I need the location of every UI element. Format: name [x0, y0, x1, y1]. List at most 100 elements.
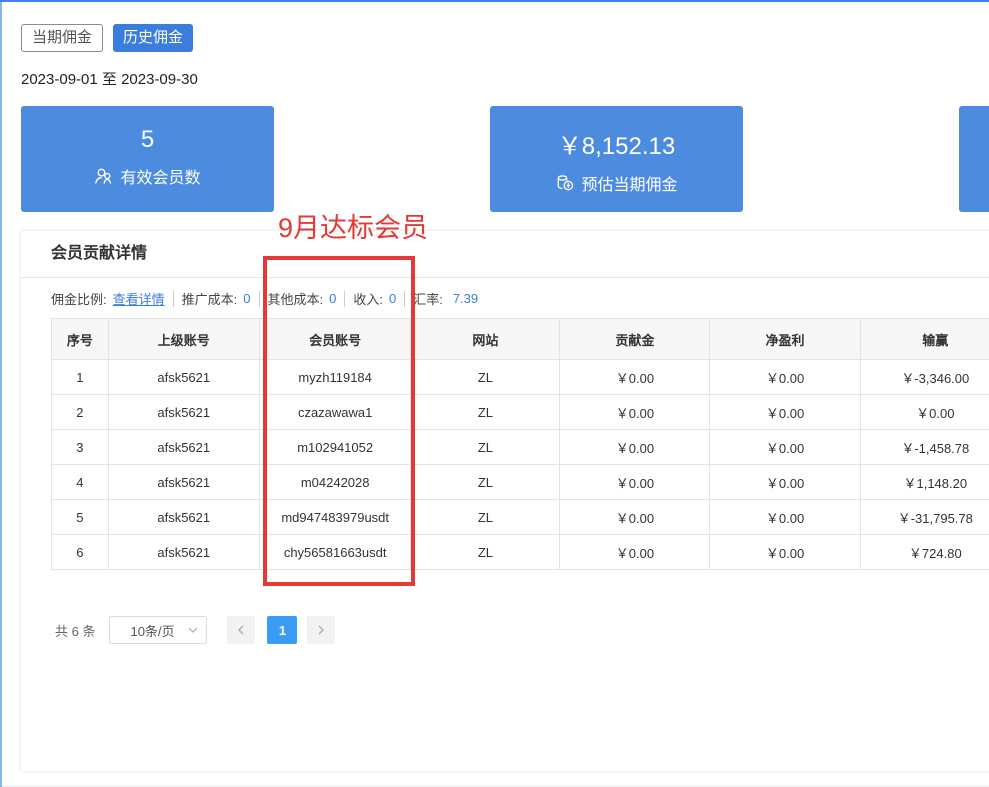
- window-left-edge: [0, 2, 2, 787]
- member-table: 序号 上级账号 会员账号 网站 贡献金 净盈利 输赢 1 afsk5621 my…: [51, 318, 989, 570]
- cell-index: 6: [52, 535, 109, 570]
- cell-index: 5: [52, 500, 109, 535]
- cell-net-profit: ￥0.00: [710, 360, 860, 395]
- stat-rate-value: 7.39: [453, 291, 478, 306]
- cell-contribution: ￥0.00: [560, 500, 710, 535]
- cell-index: 2: [52, 395, 109, 430]
- stat-divider: [344, 291, 345, 307]
- cell-win-loss: ￥724.80: [860, 535, 989, 570]
- member-contribution-panel: 会员贡献详情 佣金比例: 查看详情 推广成本: 0 其他成本: 0 收入: 0: [21, 231, 989, 771]
- stat-income: 收入: 0: [353, 289, 396, 308]
- cell-contribution: ￥0.00: [560, 430, 710, 465]
- cell-parent-account: afsk5621: [108, 360, 259, 395]
- header-contribution: 贡献金: [560, 319, 710, 360]
- tab-current-commission[interactable]: 当期佣金: [21, 24, 103, 52]
- stat-divider: [259, 291, 260, 307]
- cell-contribution: ￥0.00: [560, 360, 710, 395]
- cell-site: ZL: [411, 430, 560, 465]
- cell-win-loss: ￥-3,346.00: [860, 360, 989, 395]
- cell-net-profit: ￥0.00: [710, 535, 860, 570]
- header-site: 网站: [411, 319, 560, 360]
- annotation-label: 9月达标会员: [278, 206, 428, 245]
- next-page-button[interactable]: [307, 616, 335, 644]
- cell-net-profit: ￥0.00: [710, 465, 860, 500]
- stat-promo-value: 0: [243, 291, 250, 306]
- cell-win-loss: ￥-1,458.78: [860, 430, 989, 465]
- date-range: 2023-09-01 至 2023-09-30: [21, 68, 198, 89]
- cell-parent-account: afsk5621: [108, 500, 259, 535]
- card-partial-right: [959, 106, 989, 212]
- card-estimated-commission-label: 预估当期佣金: [581, 171, 677, 195]
- cell-contribution: ￥0.00: [560, 395, 710, 430]
- cell-member-account: md947483979usdt: [259, 500, 411, 535]
- cell-site: ZL: [411, 465, 560, 500]
- chevron-left-icon: [236, 625, 246, 635]
- table-row: 5 afsk5621 md947483979usdt ZL ￥0.00 ￥0.0…: [52, 500, 989, 535]
- users-icon: [94, 166, 114, 186]
- cell-member-account: m102941052: [259, 430, 411, 465]
- card-estimated-commission-label-row: 预估当期佣金: [490, 171, 743, 195]
- cell-net-profit: ￥0.00: [710, 430, 860, 465]
- table-row: 1 afsk5621 myzh119184 ZL ￥0.00 ￥0.00 ￥-3…: [52, 360, 989, 395]
- chevron-right-icon: [316, 625, 326, 635]
- card-active-members: 5 有效会员数: [21, 106, 274, 212]
- cell-member-account: m04242028: [259, 465, 411, 500]
- table-header-row: 序号 上级账号 会员账号 网站 贡献金 净盈利 输赢: [52, 319, 989, 360]
- cell-net-profit: ￥0.00: [710, 395, 860, 430]
- cell-parent-account: afsk5621: [108, 465, 259, 500]
- page-number-button[interactable]: 1: [267, 616, 297, 644]
- stat-divider: [173, 291, 174, 307]
- card-active-members-value: 5: [21, 126, 274, 154]
- cell-net-profit: ￥0.00: [710, 500, 860, 535]
- cell-member-account: myzh119184: [259, 360, 411, 395]
- cell-parent-account: afsk5621: [108, 395, 259, 430]
- header-member-account: 会员账号: [259, 319, 411, 360]
- page-size-select[interactable]: 10条/页: [109, 616, 207, 644]
- cell-site: ZL: [411, 535, 560, 570]
- view-details-link[interactable]: 查看详情: [113, 289, 165, 308]
- cell-site: ZL: [411, 360, 560, 395]
- card-estimated-commission: ￥8,152.13 预估当期佣金: [490, 106, 743, 212]
- cell-win-loss: ￥1,148.20: [860, 465, 989, 500]
- cell-index: 1: [52, 360, 109, 395]
- coins-icon: [555, 173, 575, 193]
- stat-commission-ratio: 佣金比例: 查看详情: [51, 289, 165, 308]
- prev-page-button[interactable]: [227, 616, 255, 644]
- tab-history-commission[interactable]: 历史佣金: [113, 24, 193, 52]
- cell-index: 3: [52, 430, 109, 465]
- stat-divider: [404, 291, 405, 307]
- cell-site: ZL: [411, 395, 560, 430]
- stat-promotion-cost: 推广成本: 0: [182, 289, 251, 308]
- table-row: 6 afsk5621 chy56581663usdt ZL ￥0.00 ￥0.0…: [52, 535, 989, 570]
- card-active-members-label: 有效会员数: [120, 164, 200, 188]
- cell-win-loss: ￥-31,795.78: [860, 500, 989, 535]
- chevron-down-icon: [188, 625, 198, 635]
- header-parent-account: 上级账号: [108, 319, 259, 360]
- stat-income-label: 收入:: [353, 289, 383, 308]
- stat-other-value: 0: [329, 291, 336, 306]
- commission-tabs: 当期佣金 历史佣金: [21, 24, 193, 52]
- table-row: 3 afsk5621 m102941052 ZL ￥0.00 ￥0.00 ￥-1…: [52, 430, 989, 465]
- stat-other-label: 其他成本:: [268, 289, 324, 308]
- header-index: 序号: [52, 319, 109, 360]
- page-root: 当期佣金 历史佣金 2023-09-01 至 2023-09-30 5 有效会员…: [0, 0, 989, 785]
- stat-ratio-label: 佣金比例:: [51, 289, 107, 308]
- table-row: 2 afsk5621 czazawawa1 ZL ￥0.00 ￥0.00 ￥0.…: [52, 395, 989, 430]
- cell-contribution: ￥0.00: [560, 535, 710, 570]
- table-row: 4 afsk5621 m04242028 ZL ￥0.00 ￥0.00 ￥1,1…: [52, 465, 989, 500]
- card-estimated-commission-value: ￥8,152.13: [490, 126, 743, 161]
- header-net-profit: 净盈利: [710, 319, 860, 360]
- stat-other-cost: 其他成本: 0: [268, 289, 337, 308]
- stats-row: 佣金比例: 查看详情 推广成本: 0 其他成本: 0 收入: 0 汇率: 7.3…: [51, 289, 478, 308]
- page-size-value: 10条/页: [130, 621, 174, 640]
- stat-exchange-rate: 汇率: 7.39: [413, 289, 478, 308]
- cell-parent-account: afsk5621: [108, 430, 259, 465]
- cell-member-account: chy56581663usdt: [259, 535, 411, 570]
- cell-parent-account: afsk5621: [108, 535, 259, 570]
- cell-site: ZL: [411, 500, 560, 535]
- cell-member-account: czazawawa1: [259, 395, 411, 430]
- pagination: 共 6 条 10条/页 1: [55, 616, 347, 644]
- stat-income-value: 0: [389, 291, 396, 306]
- header-win-loss: 输赢: [860, 319, 989, 360]
- stat-promo-label: 推广成本:: [182, 289, 238, 308]
